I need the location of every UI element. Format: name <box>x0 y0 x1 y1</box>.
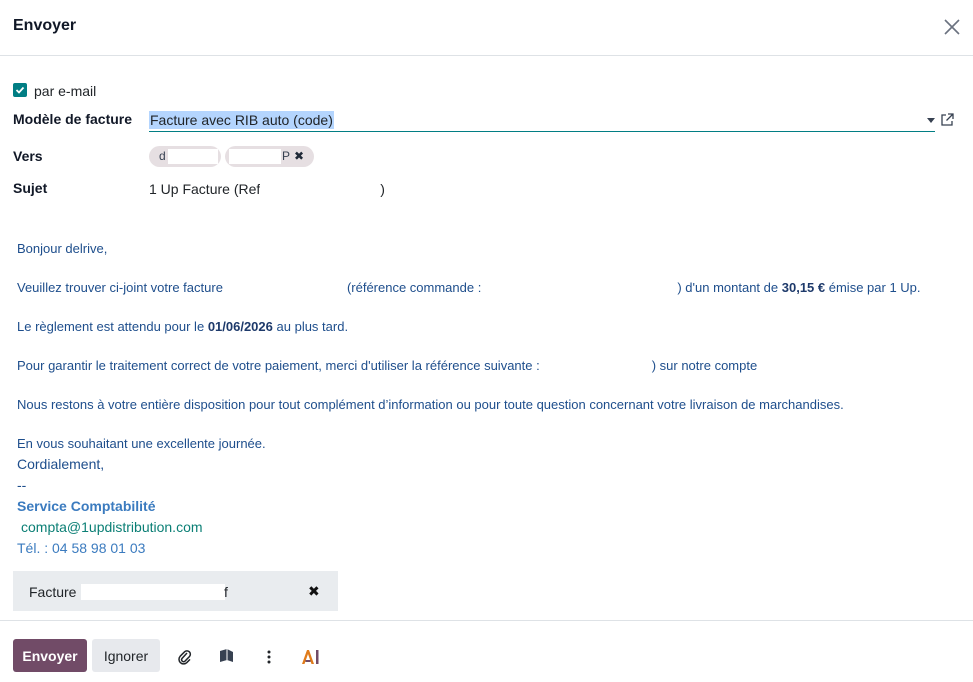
body-line2: Le règlement est attendu pour le 01/06/2… <box>17 319 349 334</box>
redacted-text <box>81 584 225 600</box>
body-line1: Veuillez trouver ci-joint votre facture … <box>17 280 921 295</box>
dropdown-caret-icon[interactable] <box>927 118 935 123</box>
recipient-label: d <box>159 149 166 163</box>
template-book-icon[interactable] <box>218 648 235 664</box>
subject-input[interactable]: 1 Up Facture (Ref ) <box>149 181 385 197</box>
paperclip-icon[interactable] <box>178 649 192 665</box>
body-line4: Nous restons à votre entière disposition… <box>17 397 844 412</box>
dialog-title: Envoyer <box>13 17 77 34</box>
recipient-tag[interactable]: P ✖ <box>225 146 314 167</box>
template-value: Facture avec RIB auto (code) <box>149 111 334 129</box>
dialog-header: Envoyer <box>0 0 973 56</box>
signature-name: Service Comptabilité <box>17 498 156 514</box>
attachment-name: Facture <box>29 584 77 600</box>
recipient-tag[interactable]: d <box>149 146 221 167</box>
recipient-label: P <box>282 149 291 163</box>
redacted-text <box>168 149 218 164</box>
email-checkbox[interactable] <box>13 83 27 97</box>
template-label: Modèle de facture <box>13 111 133 127</box>
check-icon <box>15 86 25 94</box>
redacted-text <box>229 149 281 164</box>
body-closing: Cordialement, <box>17 456 105 472</box>
to-label: Vers <box>13 148 43 164</box>
attachment-suffix: f <box>224 584 228 600</box>
attachment-item[interactable]: Facture f ✖ <box>13 571 338 611</box>
external-link-icon[interactable] <box>939 112 955 128</box>
ignore-button[interactable]: Ignorer <box>92 639 160 672</box>
template-select[interactable]: Facture avec RIB auto (code) <box>149 108 935 132</box>
subject-prefix: 1 Up Facture (Ref <box>149 181 261 197</box>
more-options-icon[interactable] <box>266 649 272 665</box>
body-line3: Pour garantir le traitement correct de v… <box>17 358 758 373</box>
remove-attachment-icon[interactable]: ✖ <box>308 583 320 600</box>
send-button[interactable]: Envoyer <box>13 639 87 672</box>
dialog-footer: Envoyer Ignorer <box>0 620 973 682</box>
remove-tag-icon[interactable]: ✖ <box>294 146 304 167</box>
body-greeting: Bonjour delrive, <box>17 241 108 256</box>
close-icon[interactable] <box>942 17 962 37</box>
subject-label: Sujet <box>13 180 48 196</box>
ai-assistant-icon[interactable] <box>301 649 321 665</box>
body-line5: En vous souhaitant une excellente journé… <box>17 436 266 451</box>
signature-separator: -- <box>17 477 27 493</box>
signature-email[interactable]: compta@1updistribution.com <box>21 519 203 535</box>
redacted-text <box>260 181 381 197</box>
email-checkbox-label: par e-mail <box>34 83 97 99</box>
subject-suffix: ) <box>380 181 385 197</box>
signature-phone: Tél. : 04 58 98 01 03 <box>17 540 146 556</box>
